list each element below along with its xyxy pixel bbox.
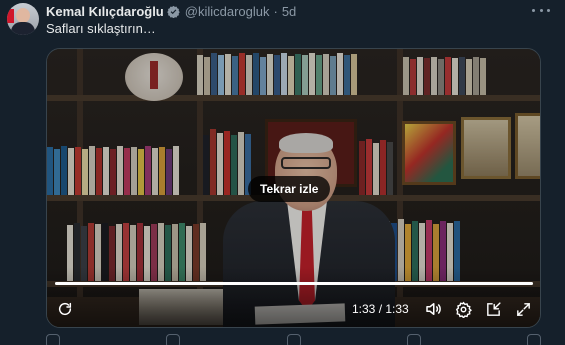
- retweet-icon: [166, 334, 181, 345]
- like-icon: [286, 334, 301, 345]
- video-player[interactable]: Tekrar izle 1:33 / 1:33: [46, 48, 541, 328]
- share-icon: [527, 334, 541, 345]
- timestamp[interactable]: 5d: [282, 4, 296, 19]
- dock-icon[interactable]: [483, 299, 503, 319]
- settings-icon[interactable]: [453, 299, 473, 319]
- tweet-header: Kemal Kılıçdaroğlu @kilicdarogluk · 5d: [46, 3, 296, 19]
- replay-icon[interactable]: [55, 299, 75, 319]
- author-handle[interactable]: @kilicdarogluk: [185, 4, 270, 19]
- avatar[interactable]: [7, 3, 39, 35]
- replay-prompt-button[interactable]: Tekrar izle: [248, 176, 331, 202]
- tweet[interactable]: Kemal Kılıçdaroğlu @kilicdarogluk · 5d S…: [0, 0, 565, 345]
- video-time: 1:33 / 1:33: [352, 302, 409, 316]
- fullscreen-icon[interactable]: [513, 299, 533, 319]
- avatar-face: [16, 8, 30, 23]
- header-separator: ·: [273, 3, 278, 19]
- tweet-action-bar: [46, 334, 541, 345]
- verified-badge-icon: [166, 5, 180, 18]
- flag-shape: [7, 9, 14, 23]
- volume-icon[interactable]: [423, 299, 443, 319]
- reply-button[interactable]: [46, 334, 60, 345]
- like-button[interactable]: [286, 334, 301, 345]
- video-progress-bar[interactable]: [55, 282, 533, 285]
- tweet-text: Safları sıklaştırın…: [46, 21, 156, 36]
- reply-icon: [46, 334, 60, 345]
- author-name[interactable]: Kemal Kılıçdaroğlu: [46, 4, 164, 19]
- views-button[interactable]: [406, 334, 421, 345]
- share-button[interactable]: [527, 334, 541, 345]
- views-icon: [406, 334, 421, 345]
- avatar-suit: [11, 22, 35, 35]
- retweet-button[interactable]: [166, 334, 181, 345]
- video-progress-fill: [55, 282, 533, 285]
- more-icon[interactable]: [532, 4, 550, 16]
